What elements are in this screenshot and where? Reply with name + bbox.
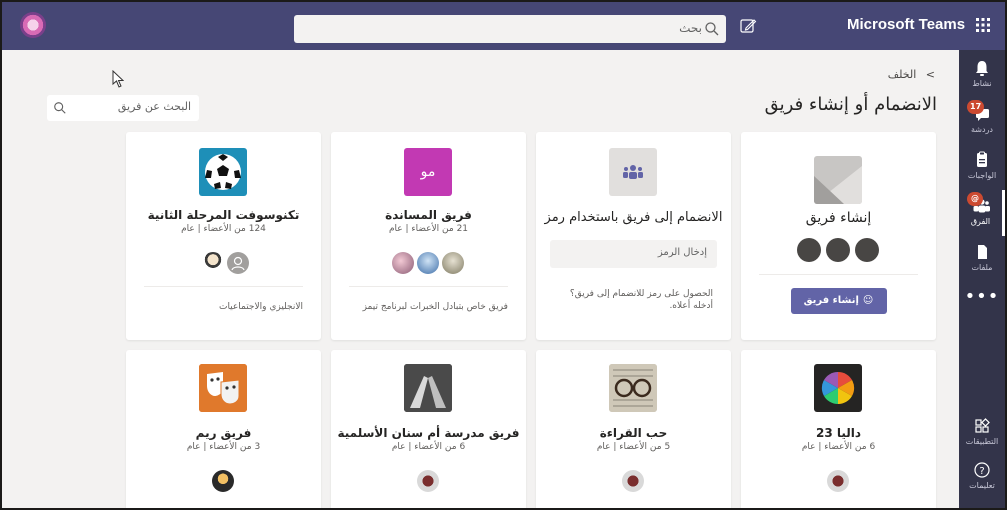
teams-badge: @ [967,192,983,206]
team-meta: 5 من الأعضاء | عام [596,442,671,452]
team-card-technosoft[interactable]: تكنوسوفت المرحلة الثانية 124 من الأعضاء … [126,132,321,340]
team-code-input[interactable]: إدخال الرمز [550,240,717,268]
join-code-logo [609,148,657,196]
team-name: حب القراءة [599,426,668,440]
rail-label: نشاط [972,79,992,88]
team-search-placeholder: البحث عن فريق [117,100,191,113]
team-card-reading[interactable]: حب القراءة 5 من الأعضاء | عام [536,350,731,508]
team-meta: 6 من الأعضاء | عام [801,442,876,452]
member-avatar [827,470,849,492]
divider [144,286,303,287]
team-search-input[interactable]: البحث عن فريق [47,95,199,121]
mouse-cursor-icon [112,70,124,88]
team-logo-text: مو [404,148,452,196]
compose-icon[interactable] [738,16,758,36]
member-avatar [797,238,821,262]
team-name: تكنوسوفت المرحلة الثانية [147,208,300,222]
member-avatar-default [227,252,249,274]
create-team-card: إنشاء فريق ☺إنشاء فريق [741,132,936,340]
teams-window: بحث Microsoft Teams نشاط 17 دردشة الواجب… [0,0,1007,510]
bell-icon [976,61,988,76]
soccer-ball-icon [199,148,247,196]
team-name: فريق ريم [195,426,252,440]
member-avatar [442,252,464,274]
glasses-newspaper-icon [609,364,657,412]
rail-label: دردشة [971,125,993,134]
rail-label: الفرق [970,217,991,226]
back-label: الخلف [887,68,917,81]
team-card-support[interactable]: مو فريق المساندة 21 من الأعضاء | عام فري… [331,132,526,340]
rail-item-apps[interactable]: التطبيقات [959,410,1005,456]
search-input[interactable]: بحث [294,15,726,43]
waffle-icon[interactable] [974,16,992,34]
member-avatar [622,470,644,492]
create-team-title: إنشاء فريق [805,210,872,226]
app-title: Microsoft Teams [847,16,966,33]
page-title: الانضمام أو إنشاء فريق [764,94,937,115]
member-avatar [826,238,850,262]
team-name: فريق مدرسة أم سنان الأسلمية [337,426,520,440]
create-team-button-label: إنشاء فريق [803,295,859,306]
team-name: داليا 23 [815,426,862,440]
join-code-title: الانضمام إلى فريق باستخدام رمز [544,210,723,225]
color-wheel-icon [814,364,862,412]
team-meta: 21 من الأعضاء | عام [388,224,469,234]
search-icon [54,102,66,114]
rail-label: التطبيقات [965,437,999,446]
team-meta: 124 من الأعضاء | عام [181,224,266,234]
assignments-icon [977,151,987,167]
team-card-school[interactable]: فريق مدرسة أم سنان الأسلمية 6 من الأعضاء… [331,350,526,508]
rail-item-files[interactable]: ملفات [959,236,1005,282]
back-link[interactable]: > الخلف [888,68,935,81]
add-people-icon: ☺ [862,295,874,306]
rail-item-chat[interactable]: 17 دردشة [959,98,1005,144]
rail-item-activity[interactable]: نشاط [959,52,1005,98]
theater-masks-icon [199,364,247,412]
team-name: فريق المساندة [385,208,472,222]
team-meta: 3 من الأعضاء | عام [186,442,261,452]
team-meta: 6 من الأعضاء | عام [391,442,466,452]
app-rail: نشاط 17 دردشة الواجبات @ الفرق ملفات •••… [959,50,1005,508]
search-icon [705,22,719,36]
team-card-reem[interactable]: فريق ريم 3 من الأعضاء | عام [126,350,321,508]
user-avatar[interactable] [20,12,46,38]
member-avatar [392,252,414,274]
rail-label: ملفات [971,263,993,272]
top-bar: بحث Microsoft Teams [2,2,1005,50]
rail-label: تعليمات [969,481,995,490]
member-avatar [417,252,439,274]
rail-item-assignments[interactable]: الواجبات [959,144,1005,190]
rail-item-help[interactable]: ? تعليمات [959,454,1005,500]
svg-text:?: ? [979,466,984,477]
help-icon: ? [974,462,990,478]
divider [759,274,918,275]
more-apps-icon[interactable]: ••• [959,286,1005,307]
chevron-right-icon: > [925,68,935,81]
member-avatar [212,470,234,492]
search-placeholder: بحث [679,21,702,35]
team-description: الانجليزي والاجتماعيات [218,302,303,312]
rail-item-teams[interactable]: @ الفرق [959,190,1005,236]
apps-icon [975,418,990,433]
files-icon [978,245,987,259]
team-card-dalia[interactable]: داليا 23 6 من الأعضاء | عام [741,350,936,508]
create-team-button[interactable]: ☺إنشاء فريق [790,288,887,314]
team-placeholder-logo [814,156,862,204]
main-content: > الخلف الانضمام أو إنشاء فريق البحث عن … [2,50,959,508]
rail-label: الواجبات [967,171,997,180]
praying-hands-icon [404,364,452,412]
join-code-card: الانضمام إلى فريق باستخدام رمز إدخال الر… [536,132,731,340]
member-avatar [417,470,439,492]
member-avatar [202,252,224,274]
join-code-hint: الحصول على رمز للانضمام إلى فريق؟ أدخله … [569,289,713,311]
divider [349,286,508,287]
member-avatar [855,238,879,262]
team-code-placeholder: إدخال الرمز [657,247,707,258]
chat-badge: 17 [967,100,985,114]
team-description: فريق خاص بتبادل الخبرات لبرنامج تيمز [362,302,508,312]
